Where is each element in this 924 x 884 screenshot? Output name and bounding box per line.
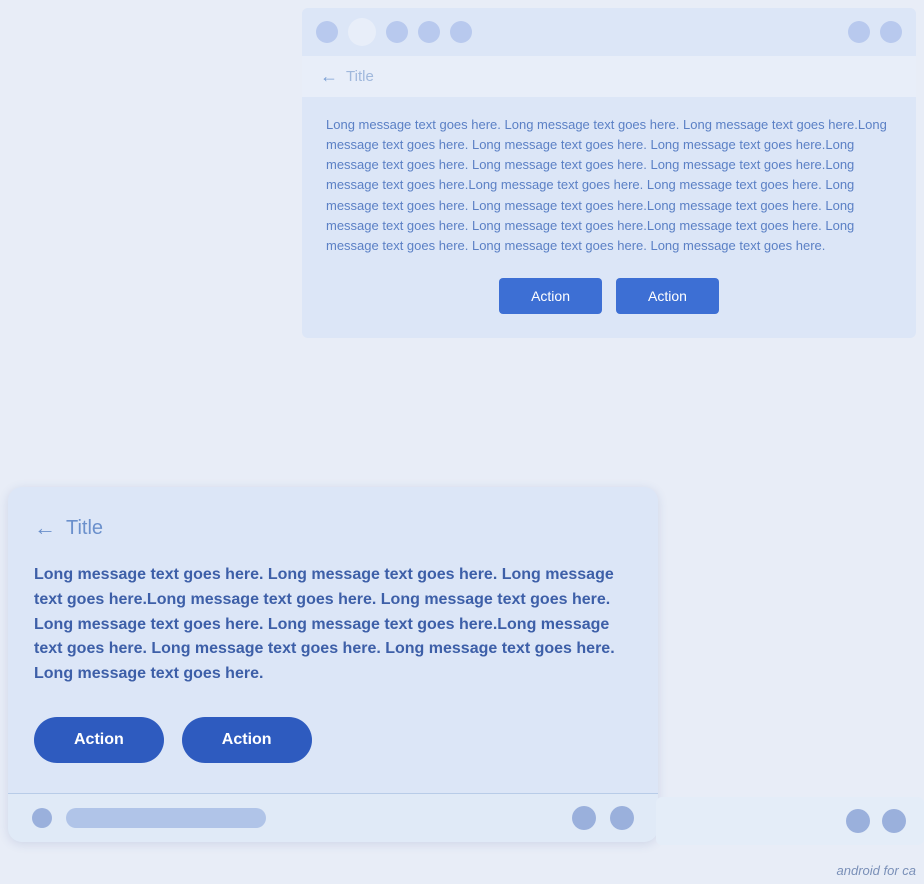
bottom-card-title: Title — [66, 517, 103, 540]
bottom-titlebar: ← Title — [34, 515, 632, 541]
bottom-message-text: Long message text goes here. Long messag… — [34, 563, 632, 687]
status-dot-2 — [348, 18, 376, 46]
status-dot-3 — [386, 21, 408, 43]
bottom-buttons-row: Action Action — [34, 717, 632, 763]
top-card-title: Title — [346, 68, 374, 85]
top-buttons-row: Action Action — [326, 278, 892, 314]
nav-pill[interactable] — [66, 808, 266, 828]
bottom-card-container: ← Title Long message text goes here. Lon… — [8, 487, 658, 842]
top-titlebar: ← Title — [302, 56, 916, 97]
nav-dot-left — [32, 808, 52, 828]
status-dot-5 — [450, 21, 472, 43]
status-dot-right-1 — [848, 21, 870, 43]
top-card-container: ← Title Long message text goes here. Lon… — [302, 8, 916, 338]
back-arrow-icon[interactable]: ← — [320, 66, 338, 87]
bottom-action-button-1[interactable]: Action — [34, 717, 164, 763]
top-statusbar — [302, 8, 916, 56]
right-panel — [656, 797, 924, 845]
nav-dot-mid — [572, 806, 596, 830]
status-dot-1 — [316, 21, 338, 43]
top-action-button-1[interactable]: Action — [499, 278, 602, 314]
bottom-action-button-2[interactable]: Action — [182, 717, 312, 763]
top-message-text: Long message text goes here. Long messag… — [326, 115, 892, 256]
top-action-button-2[interactable]: Action — [616, 278, 719, 314]
right-panel-dot-2 — [882, 809, 906, 833]
status-dot-4 — [418, 21, 440, 43]
bottom-back-arrow-icon[interactable]: ← — [34, 515, 56, 541]
right-panel-dot-1 — [846, 809, 870, 833]
watermark-text: android for ca — [837, 863, 917, 878]
top-card-body: Long message text goes here. Long messag… — [302, 97, 916, 338]
bottom-nav-bar — [8, 793, 658, 842]
nav-dot-right — [610, 806, 634, 830]
bottom-card-inner: ← Title Long message text goes here. Lon… — [8, 487, 658, 793]
status-dot-right-2 — [880, 21, 902, 43]
